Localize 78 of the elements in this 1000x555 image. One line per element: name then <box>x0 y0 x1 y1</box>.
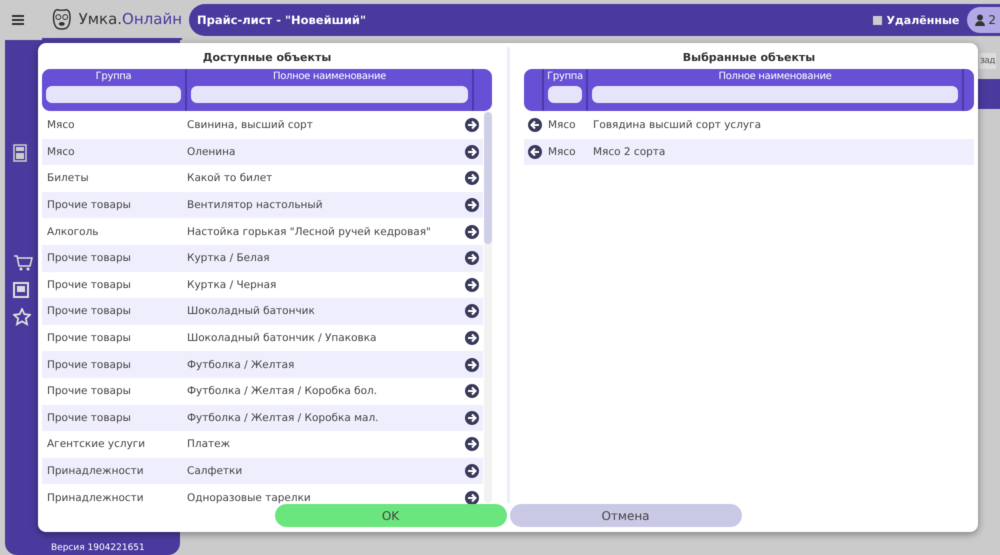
add-arrow-icon[interactable] <box>465 278 479 292</box>
table-cell-text: Оленина <box>187 146 236 158</box>
table-cell-text: Прочие товары <box>46 305 132 318</box>
checkbox-label[interactable]: Удалённые <box>886 14 960 26</box>
table-cell-text: Мясо <box>46 119 76 132</box>
ok-button[interactable]: OK <box>274 504 506 527</box>
table-cell-text: Какой то билет <box>187 172 274 184</box>
scrollbar-thumb[interactable] <box>484 112 492 244</box>
table-cell-text: Прочие товары <box>46 199 132 212</box>
table-cell-text: Прочие товары <box>46 278 132 291</box>
table-cell-text: Прочие товары <box>46 332 132 344</box>
filter-field[interactable] <box>46 86 181 103</box>
add-arrow-icon[interactable] <box>465 304 479 318</box>
panel-title: Доступные объекты <box>202 50 332 66</box>
table-cell-text: Мясо <box>46 146 76 158</box>
add-arrow-icon[interactable] <box>465 331 479 346</box>
table-cell-text: Куртка / Белая <box>187 252 271 264</box>
user-icon <box>975 14 986 26</box>
users-button[interactable]: 2 <box>967 7 1000 33</box>
table-cell-text: Билеты <box>46 172 90 184</box>
add-arrow-icon[interactable] <box>465 437 479 452</box>
add-arrow-icon[interactable] <box>465 384 479 398</box>
bear-icon <box>51 7 73 31</box>
table-cell-text: Агентские услуги <box>46 438 146 450</box>
table-cell-text: Шоколадный батончик / Упаковка <box>187 332 378 344</box>
add-arrow-icon[interactable] <box>465 490 479 505</box>
column-header: Группа <box>547 71 583 82</box>
version-label: Версия 1904221651 <box>50 543 146 555</box>
receipt-icon[interactable] <box>13 282 29 298</box>
add-arrow-icon[interactable] <box>465 358 479 372</box>
table-cell-text: Прочие товары <box>46 385 132 398</box>
star-icon[interactable] <box>13 308 31 326</box>
checkbox[interactable] <box>873 16 882 24</box>
calculator-icon[interactable] <box>13 144 27 162</box>
add-arrow-icon[interactable] <box>465 251 479 266</box>
add-arrow-icon[interactable] <box>465 410 479 425</box>
table-cell-text: Настойка горькая "Лесной ручей кедровая" <box>187 226 432 238</box>
filter-field[interactable] <box>592 86 958 103</box>
table-cell-text: Куртка / Черная <box>187 278 278 291</box>
table-cell-text: Принадлежности <box>46 492 145 504</box>
table-cell-text: Футболка / Желтая / Коробка мал. <box>187 412 380 424</box>
panel-title: Выбранные объекты <box>682 50 816 66</box>
scrollbar[interactable] <box>484 112 492 503</box>
table-cell-text: Шоколадный батончик <box>187 305 316 318</box>
column-header: Полное наименование <box>718 71 832 82</box>
filter-field[interactable] <box>548 86 582 103</box>
table-cell-text: Футболка / Желтая <box>187 358 296 371</box>
remove-arrow-icon[interactable] <box>528 118 542 132</box>
table-cell-text: Прочие товары <box>46 252 132 264</box>
table-cell-text: Футболка / Желтая / Коробка бол. <box>187 385 378 398</box>
add-arrow-icon[interactable] <box>465 464 479 478</box>
table-cell-text: Прочие товары <box>46 412 132 424</box>
remove-arrow-icon[interactable] <box>528 144 542 159</box>
table-cell-text: Платеж <box>187 438 232 450</box>
table-cell-text: Свинина, высший сорт <box>187 119 314 132</box>
cancel-button[interactable]: Отмена <box>510 504 742 527</box>
add-arrow-icon[interactable] <box>465 198 479 212</box>
add-arrow-icon[interactable] <box>465 171 479 186</box>
column-header: Полное наименование <box>272 71 386 82</box>
cart-icon[interactable] <box>13 254 33 272</box>
table-cell-text: Мясо <box>548 146 577 158</box>
table-cell-text: Одноразовые тарелки <box>187 492 312 504</box>
add-arrow-icon[interactable] <box>465 118 479 132</box>
tab[interactable]: зад <box>979 53 996 69</box>
table-cell-text: Говядина высший сорт услуга <box>593 119 762 132</box>
table-cell-text: Прочие товары <box>46 358 132 371</box>
column-header: Группа <box>96 71 132 82</box>
add-arrow-icon[interactable] <box>465 224 479 239</box>
table-cell-text: Вентилятор настольный <box>187 199 324 212</box>
table-cell-text: Салфетки <box>187 465 244 478</box>
table-cell-text: Принадлежности <box>46 465 145 478</box>
page-title: Прайс-лист - "Новейший" <box>197 13 367 27</box>
table-cell-text: Алкоголь <box>46 226 100 238</box>
menu-icon[interactable] <box>12 15 24 25</box>
add-arrow-icon[interactable] <box>465 144 479 159</box>
table-cell-text: Мясо <box>548 119 577 132</box>
table-cell-text: Мясо 2 сорта <box>593 146 666 158</box>
filter-field[interactable] <box>191 86 468 103</box>
